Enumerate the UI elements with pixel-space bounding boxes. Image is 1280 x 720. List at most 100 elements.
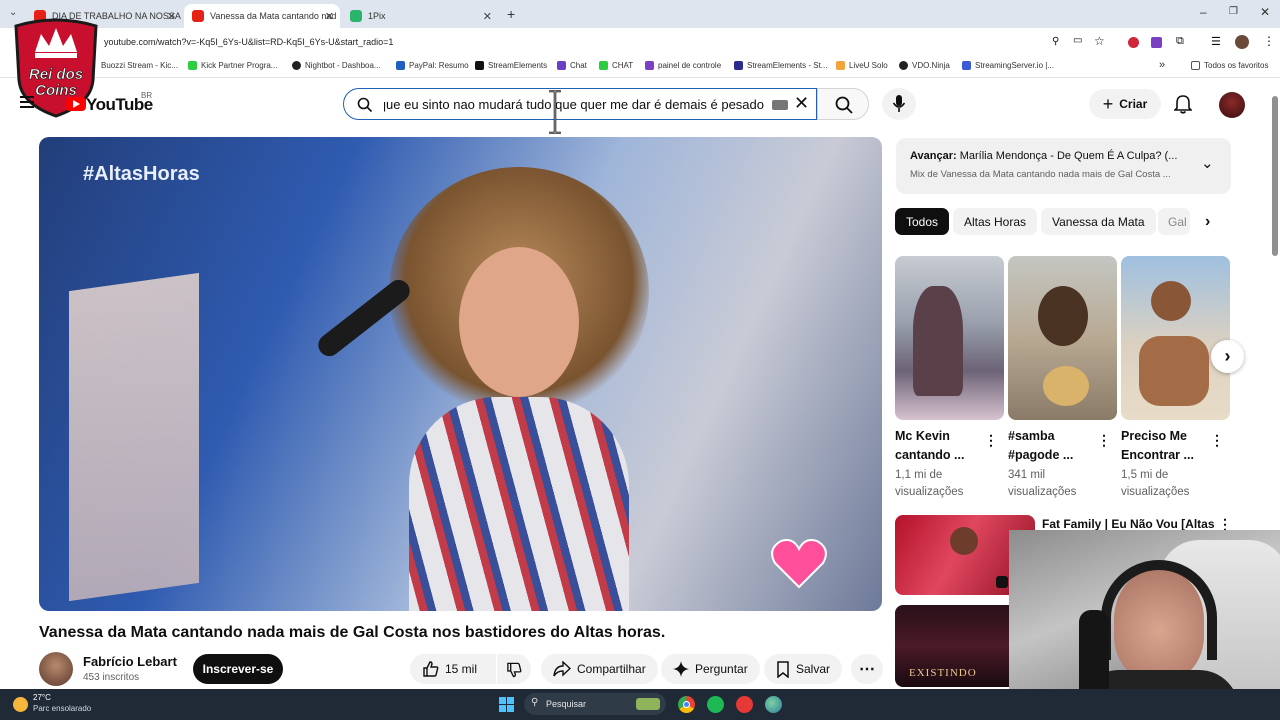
start-windows-icon[interactable] [499,697,514,712]
account-avatar[interactable] [1219,92,1245,118]
bookmark-item[interactable]: StreamElements - St... [734,61,827,70]
bookmarks-more-icon[interactable]: » [1159,59,1165,71]
weather-description[interactable]: Parc ensolarado [33,704,91,713]
search-icon: ⚲ [531,697,539,708]
tab-list-chevron-icon[interactable]: ⌄ [9,7,17,18]
bookmark-item[interactable]: CHAT [599,61,633,70]
extension-red-icon[interactable] [1128,37,1139,48]
short-title[interactable]: Mc Kevin cantando ... [895,427,985,465]
short-thumbnail[interactable] [895,256,1004,420]
spotify-icon[interactable] [707,696,724,713]
close-tab-icon[interactable]: ✕ [325,10,334,23]
text-cursor-icon [549,90,561,134]
notifications-bell-icon[interactable] [1174,94,1192,114]
extensions-puzzle-icon[interactable]: ⧉ [1176,35,1184,48]
save-label: Salvar [796,662,831,676]
channel-name[interactable]: Fabrício Lebart [83,654,177,669]
close-tab-icon[interactable]: ✕ [483,10,492,23]
channel-avatar[interactable] [39,652,73,686]
create-button[interactable]: + Criar [1089,89,1161,119]
save-button[interactable]: Salvar [764,654,843,684]
url-field[interactable]: youtube.com/watch?v=-Kq5I_6Ys-U&list=RD-… [104,37,393,47]
short-title[interactable]: #samba #pagode ... [1008,427,1098,465]
app-globe-icon[interactable] [765,696,782,713]
short-thumbnail[interactable] [1008,256,1117,420]
keyboard-icon[interactable] [772,100,788,110]
search-query-text: que eu sinto nao mudará tudo que quer me… [384,97,764,112]
microphone-icon [892,95,906,112]
chrome-icon[interactable] [678,696,695,713]
bookmark-item[interactable]: Chat [557,61,587,70]
bookmark-item[interactable]: Nightbot - Dashboa... [292,61,381,70]
sparkle-icon [673,661,689,677]
share-button[interactable]: Compartilhar [541,654,658,684]
subscribe-button[interactable]: Inscrever-se [193,654,283,684]
plus-icon: + [1102,94,1114,114]
bookmark-item[interactable]: StreamingServer.io |... [962,61,1054,70]
search-input[interactable]: que eu sinto nao mudará tudo que quer me… [343,88,817,120]
new-tab-button[interactable]: + [507,6,515,22]
youtube-logo-icon[interactable] [66,97,86,111]
chat-icon [557,61,566,70]
short-title[interactable]: Preciso Me Encontrar ... [1121,427,1211,465]
dislike-button[interactable] [497,654,531,684]
bookmark-item[interactable]: LiveU Solo [836,61,888,70]
share-icon [553,661,571,677]
all-bookmarks-folder[interactable]: Todos os favoritos [1191,61,1268,70]
more-actions-button[interactable]: ⋯ [851,654,883,684]
bookmark-item[interactable]: Kick Partner Progra... [188,61,277,70]
clear-search-icon[interactable]: ✕ [794,93,809,114]
close-tab-icon[interactable]: ✕ [167,10,176,23]
short-menu-icon[interactable]: ⋮ [1097,433,1111,449]
taskbar-search[interactable]: ⚲ Pesquisar [524,693,666,715]
short-menu-icon[interactable]: ⋮ [1210,433,1224,449]
media-list-icon[interactable]: ☰ [1211,35,1221,48]
bookmark-star-icon[interactable]: ☆ [1094,34,1105,48]
zoom-icon[interactable]: ⚲ [1052,36,1059,47]
minimize-icon[interactable]: – [1200,5,1207,19]
chips-next-chevron-icon[interactable]: › [1205,213,1210,231]
up-next-title: Marília Mendonça - De Quem É A Culpa? (.… [959,150,1178,162]
page-scrollbar[interactable] [1272,96,1278,256]
bookmarks-bar: Buozzi Stream - Kic... Kick Partner Prog… [0,56,1280,78]
tab-vanessa-da-mata[interactable]: Vanessa da Mata cantando nad ✕ [184,4,340,28]
video-player[interactable]: #AltasHoras [39,137,882,611]
close-window-icon[interactable]: ✕ [1260,5,1270,19]
menu-hamburger-icon[interactable] [20,96,34,108]
short-thumbnail[interactable] [1121,256,1230,420]
chip-todos[interactable]: Todos [895,208,950,235]
thumbnail-caption: EXISTINDO [909,667,977,679]
ask-button[interactable]: Perguntar [661,654,760,684]
shorts-next-button[interactable]: › [1211,340,1244,373]
bookmark-item[interactable]: Buozzi Stream - Kic... [101,61,178,70]
search-icon [357,97,373,113]
backstage-poster [69,272,199,602]
bookmark-item[interactable]: painel de controle [645,61,721,70]
short-menu-icon[interactable]: ⋮ [984,433,998,449]
bookmark-item[interactable]: PayPal: Resumo [396,61,469,70]
ask-label: Perguntar [695,662,748,676]
search-button[interactable] [817,88,869,120]
bookmark-item[interactable]: StreamElements [475,61,547,70]
weather-temperature[interactable]: 27°C [33,693,51,702]
tab-1pix[interactable]: 1Pix ✕ [342,4,498,28]
chip-vanessa-da-mata[interactable]: Vanessa da Mata [1041,208,1156,235]
chip-gal[interactable]: Gal [1158,208,1190,235]
taskbar-search-label: Pesquisar [546,699,587,709]
weather-sun-icon [13,697,28,712]
browser-menu-icon[interactable]: ⋮ [1263,34,1275,48]
streamelements-icon [475,61,484,70]
restore-icon[interactable]: ❐ [1229,6,1238,17]
recommendation-title[interactable]: Fat Family | Eu Não Vou [Altas [1042,517,1215,531]
voice-search-button[interactable] [882,88,916,120]
like-button[interactable]: 15 mil [410,654,496,684]
country-code: BR [141,91,153,100]
app-red-icon[interactable] [736,696,753,713]
extension-purple-icon[interactable] [1151,37,1162,48]
bookmark-item[interactable]: VDO.Ninja [899,61,950,70]
up-next-card[interactable]: Avançar: Marília Mendonça - De Quem É A … [896,138,1231,194]
profile-avatar[interactable] [1235,35,1249,49]
chevron-down-icon[interactable]: ⌄ [1201,154,1214,172]
chip-altas-horas[interactable]: Altas Horas [953,208,1038,235]
cast-icon[interactable]: ▭ [1073,35,1082,46]
